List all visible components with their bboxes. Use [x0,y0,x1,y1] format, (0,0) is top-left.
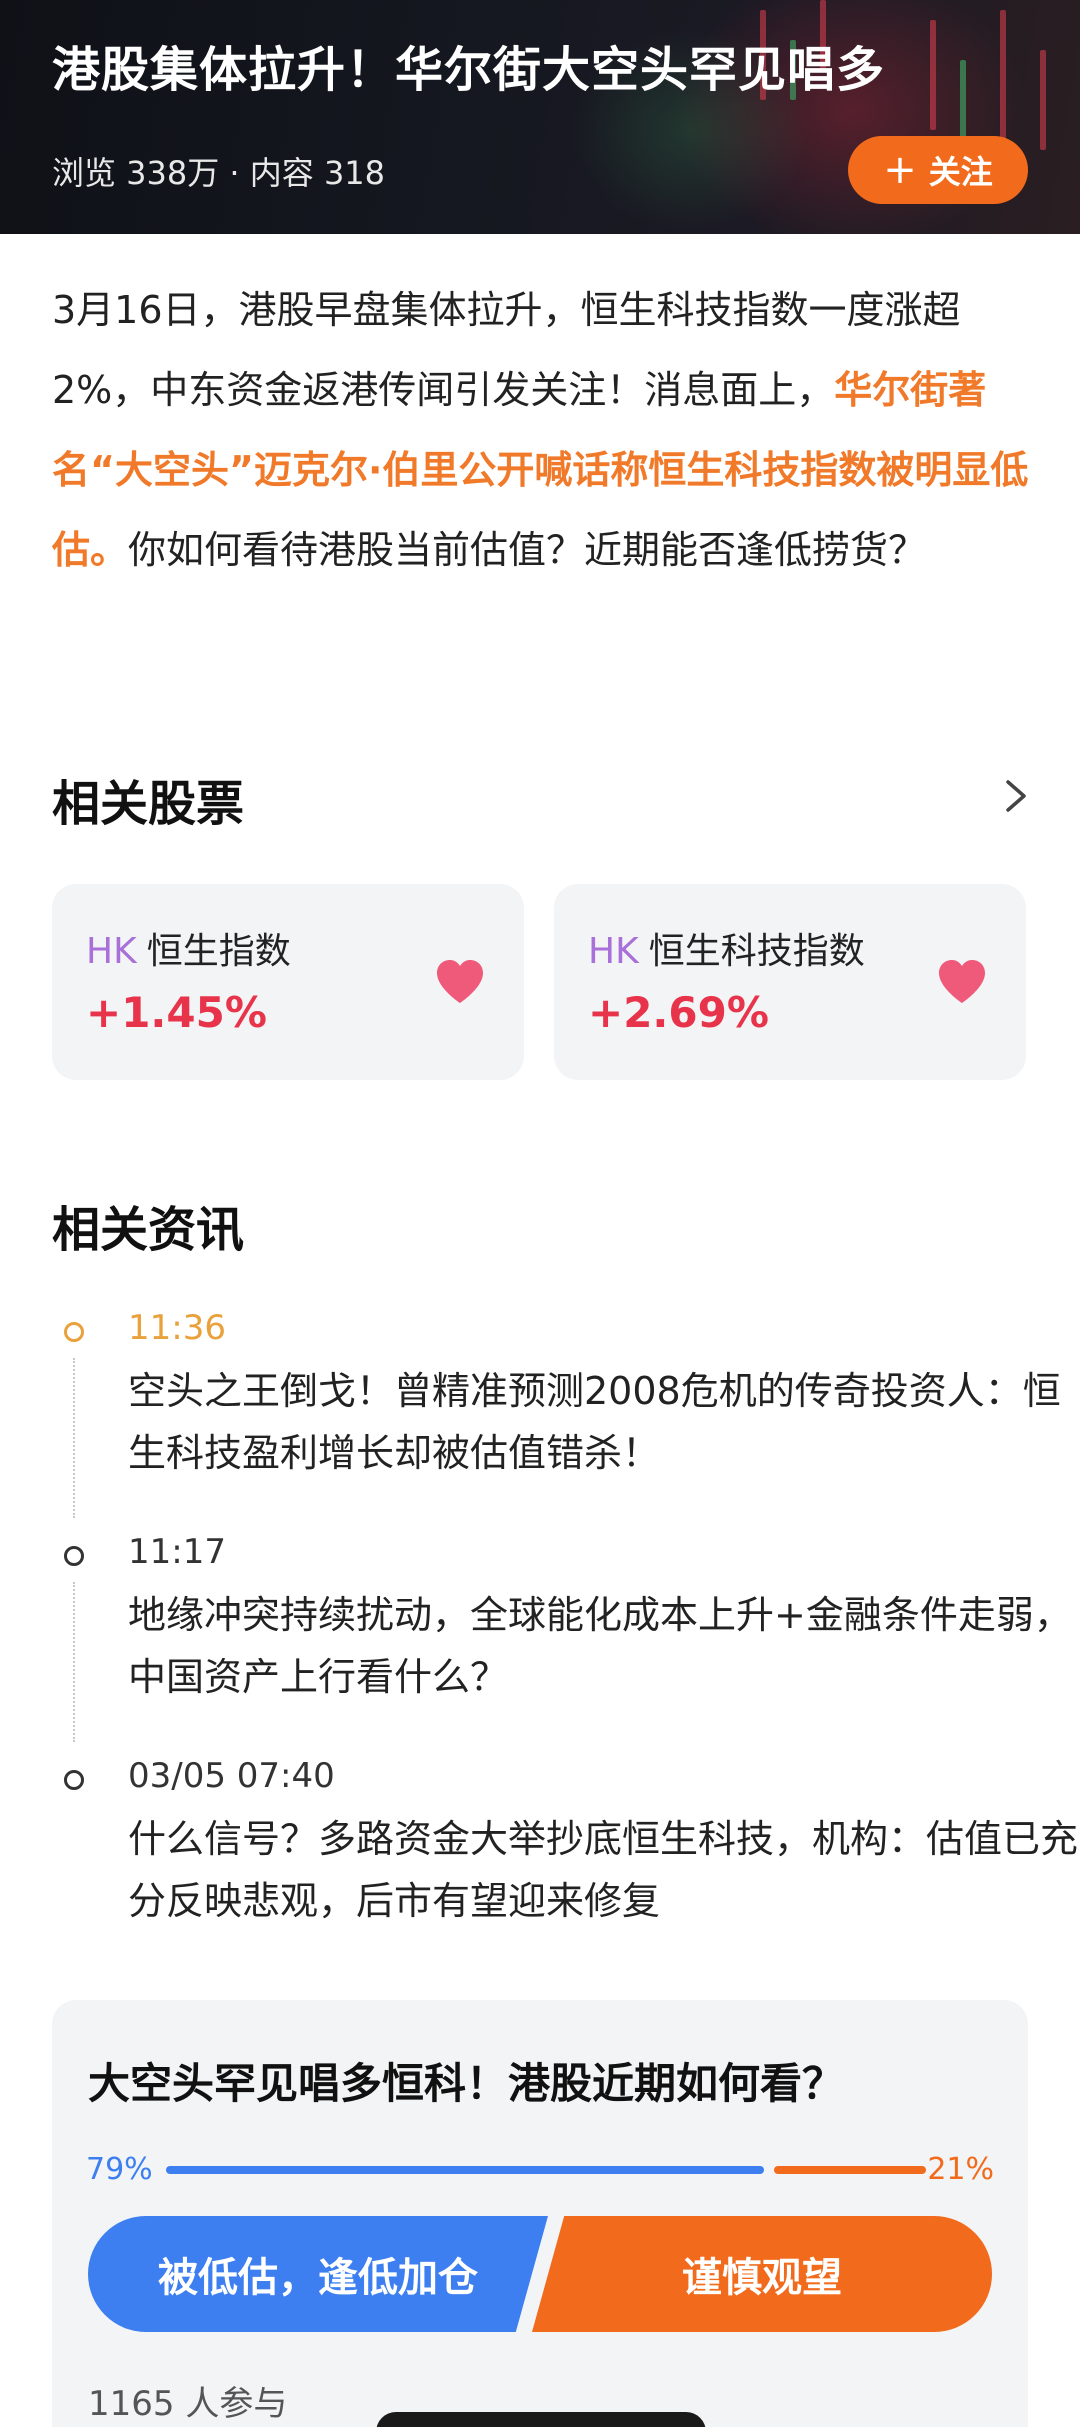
news-time: 11:36 [128,1308,226,1348]
page-title: 港股集体拉升！华尔街大空头罕见唱多 [52,42,886,98]
news-item[interactable]: 11:36 空头之王倒戈！曾精准预测2008危机的传奇投资人：恒生科技盈利增长却… [52,1308,1061,1488]
decor-candle [930,20,936,130]
plus-icon: + [883,147,917,193]
stock-name: HK 恒生指数 [86,922,291,974]
poll-right-bar [774,2166,926,2174]
poll-participants: 1165 人参与 [88,2384,288,2424]
stock-change: +1.45% [86,988,267,1037]
decor-candle [960,60,966,140]
news-time: 11:17 [128,1532,226,1572]
news-headline: 地缘冲突持续扰动，全球能化成本上升+金融条件走弱，中国资产上行看什么？ [128,1593,1072,1699]
heart-icon[interactable] [936,958,988,1006]
stock-name-label: 恒生科技指数 [648,931,865,972]
vote-cautious-button[interactable]: 谨慎观望 [532,2216,992,2332]
stock-card-hstech[interactable]: HK 恒生科技指数 +2.69% [554,884,1026,1080]
intro-question: 你如何看待港股当前估值？近期能否逢低捞货？ [128,528,927,572]
vote-undervalued-button[interactable]: 被低估，逢低加仓 [88,2216,548,2332]
follow-label: 关注 [928,153,993,191]
poll-card: 大空头罕见唱多恒科！港股近期如何看？ 79% 21% 被低估，逢低加仓 谨慎观望… [52,2000,1028,2427]
market-tag: HK [588,931,639,972]
topic-intro: 3月16日，港股早盘集体拉升，恒生科技指数一度涨超2%，中东资金返港传闻引发关注… [52,270,1032,590]
timeline-dot [64,1546,84,1566]
poll-left-percent: 79% [86,2152,153,2187]
floating-action-bar[interactable] [376,2412,706,2427]
news-item[interactable]: 03/05 07:40 什么信号？多路资金大举抄底恒生科技，机构：估值已充分反映… [52,1756,1078,1936]
news-headline: 什么信号？多路资金大举抄底恒生科技，机构：估值已充分反映悲观，后市有望迎来修复 [128,1817,1079,1923]
poll-left-bar [166,2166,764,2174]
chevron-right-icon[interactable] [1000,776,1032,816]
related-stocks-title: 相关股票 [52,776,245,832]
stock-change: +2.69% [588,988,769,1037]
topic-stats: 浏览 338万 · 内容 318 [52,154,386,192]
timeline-dot [64,1770,84,1790]
market-tag: HK [86,931,137,972]
follow-button[interactable]: + 关注 [848,136,1028,204]
news-headline: 空头之王倒戈！曾精准预测2008危机的传奇投资人：恒生科技盈利增长却被估值错杀！ [128,1369,1061,1475]
intro-text: 3月16日，港股早盘集体拉升，恒生科技指数一度涨超2%，中东资金返港传闻引发关注… [52,288,961,412]
news-time: 03/05 07:40 [128,1756,335,1796]
stock-name: HK 恒生科技指数 [588,922,865,974]
poll-title: 大空头罕见唱多恒科！港股近期如何看？ [88,2059,845,2108]
related-news-title: 相关资讯 [52,1202,245,1258]
topic-header: 港股集体拉升！华尔街大空头罕见唱多 浏览 338万 · 内容 318 + 关注 [0,0,1080,234]
news-item[interactable]: 11:17 地缘冲突持续扰动，全球能化成本上升+金融条件走弱，中国资产上行看什么… [52,1532,1072,1712]
stock-name-label: 恒生指数 [146,931,291,972]
decor-candle [1000,10,1006,140]
poll-right-percent: 21% [927,2152,994,2187]
heart-icon[interactable] [434,958,486,1006]
timeline-dot [64,1322,84,1342]
stock-card-hsi[interactable]: HK 恒生指数 +1.45% [52,884,524,1080]
decor-candle [1040,50,1046,150]
